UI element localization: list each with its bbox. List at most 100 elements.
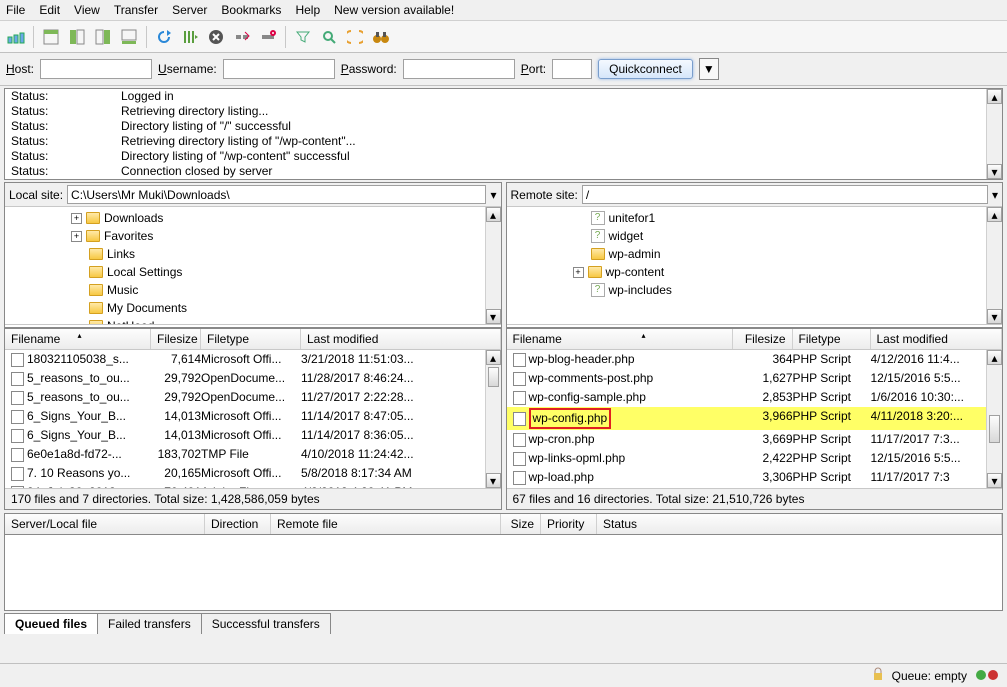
toggle-tree-local-icon[interactable] [65, 25, 89, 49]
username-input[interactable] [223, 59, 335, 79]
file-icon [513, 372, 526, 386]
local-file-list: Filename▴ Filesize Filetype Last modifie… [4, 328, 502, 510]
menu-transfer[interactable]: Transfer [114, 3, 158, 17]
file-row[interactable]: 5_reasons_to_ou...29,792OpenDocume...11/… [5, 369, 501, 388]
remote-tree-item[interactable]: wp-admin [511, 245, 999, 263]
file-icon [513, 353, 526, 367]
remote-list-scrollbar[interactable]: ▴▾ [986, 350, 1002, 488]
local-path-dropdown[interactable]: ▾ [490, 188, 496, 202]
host-input[interactable] [40, 59, 152, 79]
local-list-scrollbar[interactable]: ▴▾ [485, 350, 501, 488]
local-tree-scrollbar[interactable]: ▴▾ [485, 207, 501, 324]
search-icon[interactable] [317, 25, 341, 49]
log-key: Status: [11, 164, 81, 179]
tab-successful[interactable]: Successful transfers [201, 613, 331, 634]
toggle-tree-remote-icon[interactable] [91, 25, 115, 49]
port-input[interactable] [552, 59, 592, 79]
menu-bookmarks[interactable]: Bookmarks [221, 3, 281, 17]
remote-panel: Remote site: ▾ ?unitefor1?widgetwp-admin… [506, 182, 1004, 328]
transfer-queue[interactable] [4, 535, 1003, 611]
local-tree[interactable]: +Downloads+FavoritesLinksLocal SettingsM… [5, 207, 501, 325]
file-row[interactable]: 6_Signs_Your_B...14,013Microsoft Offi...… [5, 426, 501, 445]
log-key: Status: [11, 104, 81, 119]
file-row[interactable]: wp-load.php3,306PHP Script11/17/2017 7:3 [507, 468, 1003, 487]
lock-icon [872, 667, 884, 684]
local-tree-item[interactable]: Links [9, 245, 497, 263]
file-row[interactable]: 84_Jul_30_201370,401Adobe Firewor4/2/201… [5, 483, 501, 488]
indicator-red [988, 670, 998, 680]
cancel-icon[interactable] [204, 25, 228, 49]
file-row[interactable]: 5_reasons_to_ou...29,792OpenDocume...11/… [5, 388, 501, 407]
log-key: Status: [11, 134, 81, 149]
local-tree-item[interactable]: Music [9, 281, 497, 299]
col-filesize: Filesize [151, 329, 201, 349]
remote-tree-item[interactable]: ?widget [511, 227, 999, 245]
remote-tree-item[interactable]: +wp-content [511, 263, 999, 281]
reconnect-icon[interactable] [256, 25, 280, 49]
username-label: Username: [158, 62, 217, 76]
menu-new-version[interactable]: New version available! [334, 3, 454, 17]
password-input[interactable] [403, 59, 515, 79]
tab-queued[interactable]: Queued files [4, 613, 98, 634]
file-row[interactable]: 7. 10 Reasons yo...20,165Microsoft Offi.… [5, 464, 501, 483]
file-row[interactable]: wp-comments-post.php1,627PHP Script12/15… [507, 369, 1003, 388]
log-key: Status: [11, 119, 81, 134]
file-row[interactable]: wp-config-sample.php2,853PHP Script1/6/2… [507, 388, 1003, 407]
quickconnect-button[interactable]: Quickconnect [598, 59, 693, 79]
message-log[interactable]: Status:Logged inStatus:Retrieving direct… [4, 88, 1003, 180]
transfer-queue-header[interactable]: Server/Local file Direction Remote file … [4, 513, 1003, 535]
file-icon [513, 471, 526, 485]
password-label: Password: [341, 62, 397, 76]
tab-failed[interactable]: Failed transfers [97, 613, 202, 634]
file-row[interactable]: wp-cron.php3,669PHP Script11/17/2017 7:3… [507, 430, 1003, 449]
local-tree-item[interactable]: +Favorites [9, 227, 497, 245]
toggle-queue-icon[interactable] [117, 25, 141, 49]
col-filetype: Filetype [201, 329, 301, 349]
process-queue-icon[interactable] [178, 25, 202, 49]
remote-tree-scrollbar[interactable]: ▴▾ [986, 207, 1002, 324]
toggle-log-icon[interactable] [39, 25, 63, 49]
menu-view[interactable]: View [74, 3, 100, 17]
file-row[interactable]: 180321105038_s...7,614Microsoft Offi...3… [5, 350, 501, 369]
file-row[interactable]: wp-blog-header.php364PHP Script4/12/2016… [507, 350, 1003, 369]
local-summary: 170 files and 7 directories. Total size:… [5, 488, 501, 509]
filter-icon[interactable] [291, 25, 315, 49]
folder-icon [86, 212, 100, 224]
local-path-input[interactable] [67, 185, 486, 204]
local-tree-item[interactable]: +Downloads [9, 209, 497, 227]
menu-help[interactable]: Help [295, 3, 320, 17]
binoculars-icon[interactable] [369, 25, 393, 49]
disconnect-icon[interactable] [230, 25, 254, 49]
local-panel: Local site: ▾ +Downloads+FavoritesLinksL… [4, 182, 502, 328]
log-msg: Retrieving directory listing... [121, 104, 268, 119]
remote-tree-item[interactable]: ?unitefor1 [511, 209, 999, 227]
unknown-icon: ? [591, 283, 605, 297]
remote-tree[interactable]: ?unitefor1?widgetwp-admin+wp-content?wp-… [507, 207, 1003, 325]
col-filename: Filename▴ [507, 329, 733, 349]
local-tree-item[interactable]: My Documents [9, 299, 497, 317]
quickconnect-bar: Host: Username: Password: Port: Quickcon… [0, 53, 1007, 86]
remote-path-input[interactable] [582, 185, 988, 204]
remote-path-dropdown[interactable]: ▾ [992, 188, 998, 202]
remote-list-header[interactable]: Filename▴ Filesize Filetype Last modifie… [507, 329, 1003, 350]
file-row[interactable]: wp-config.php3,966PHP Script4/11/2018 3:… [507, 407, 1003, 430]
unknown-icon: ? [591, 229, 605, 243]
folder-icon [89, 284, 103, 296]
file-row[interactable]: 6_Signs_Your_B...14,013Microsoft Offi...… [5, 407, 501, 426]
local-site-label: Local site: [9, 188, 63, 202]
log-scrollbar[interactable]: ▴▾ [986, 89, 1002, 179]
local-list-header[interactable]: Filename▴ Filesize Filetype Last modifie… [5, 329, 501, 350]
remote-tree-item[interactable]: ?wp-includes [511, 281, 999, 299]
file-row[interactable]: 6e0e1a8d-fd72-...183,702TMP File4/10/201… [5, 445, 501, 464]
quickconnect-dropdown[interactable]: ▼ [699, 58, 719, 80]
local-tree-item[interactable]: Local Settings [9, 263, 497, 281]
compare-icon[interactable] [343, 25, 367, 49]
menu-edit[interactable]: Edit [39, 3, 60, 17]
menu-file[interactable]: File [6, 3, 25, 17]
site-manager-icon[interactable] [4, 25, 28, 49]
file-row[interactable]: wp-links-opml.php2,422PHP Script12/15/20… [507, 449, 1003, 468]
local-tree-item[interactable]: NetHood [9, 317, 497, 325]
file-icon [513, 433, 526, 447]
refresh-icon[interactable] [152, 25, 176, 49]
menu-server[interactable]: Server [172, 3, 207, 17]
